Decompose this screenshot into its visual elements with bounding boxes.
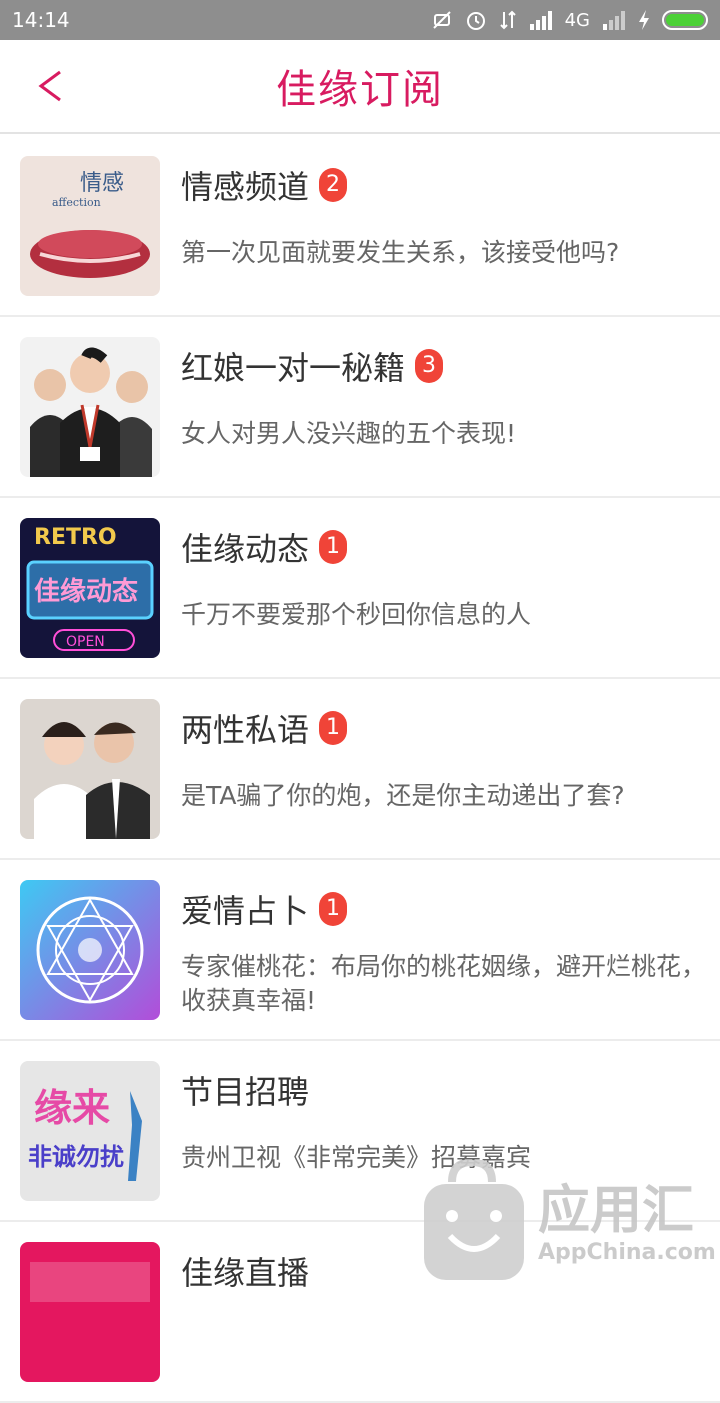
mute-icon [432, 11, 451, 29]
svg-text:佳缘动态: 佳缘动态 [34, 576, 138, 607]
status-bar: 14:14 4G [0, 0, 720, 40]
thumbnail-divination [20, 880, 160, 1020]
unread-badge: 1 [319, 530, 348, 564]
list-item-matchmaker-tips[interactable]: 红娘一对一秘籍 3 女人对男人没兴趣的五个表现! [0, 317, 720, 498]
unread-badge: 2 [319, 168, 348, 202]
list-item-love-divination[interactable]: 爱情占卜 1 专家催桃花：布局你的桃花姻缘，避开烂桃花，收获真幸福! [0, 860, 720, 1041]
thumbnail-matchmaker [20, 337, 160, 477]
svg-text:情感: 情感 [80, 171, 124, 196]
charging-icon [639, 10, 649, 30]
chevron-left-icon [38, 70, 61, 102]
title-bar: 佳缘订阅 [0, 40, 720, 134]
list-item-title: 节目招聘 [181, 1073, 310, 1111]
svg-text:OPEN: OPEN [66, 634, 105, 650]
data-arrows-icon [499, 10, 516, 30]
list-item-subtitle: 第一次见面就要发生关系，该接受他吗? [181, 238, 620, 267]
svg-text:缘来: 缘来 [34, 1086, 110, 1130]
status-time: 14:14 [12, 8, 70, 32]
list-item-jiayuan-news[interactable]: RETRO 佳缘动态 OPEN 佳缘动态 1 千万不要爱那个秒回你信息的人 [0, 498, 720, 679]
appchina-watermark: 应用汇 AppChina.com [420, 1160, 720, 1280]
unread-badge: 1 [319, 711, 348, 745]
list-item-title: 红娘一对一秘籍 3 [181, 343, 444, 389]
list-item-title: 两性私语 1 [181, 705, 348, 751]
svg-text:非诚勿扰: 非诚勿扰 [28, 1143, 124, 1171]
thumbnail-private-talk [20, 699, 160, 839]
status-icons: 4G [431, 9, 708, 31]
thumbnail-jiayuan-news: RETRO 佳缘动态 OPEN [20, 518, 160, 658]
back-button[interactable] [24, 60, 76, 112]
unread-badge: 1 [319, 892, 348, 926]
unread-badge: 3 [415, 349, 444, 383]
watermark-subtitle: AppChina.com [538, 1240, 716, 1265]
list-item-title: 佳缘直播 [181, 1254, 310, 1292]
svg-text:affection: affection [52, 196, 101, 209]
watermark-title: 应用汇 [538, 1181, 695, 1241]
list-item-title: 情感频道 2 [181, 162, 348, 208]
list-item-subtitle: 千万不要爱那个秒回你信息的人 [181, 600, 532, 629]
battery-icon [662, 10, 708, 30]
list-item-title: 爱情占卜 1 [181, 886, 348, 932]
list-item-subtitle: 专家催桃花：布局你的桃花姻缘，避开烂桃花，收获真幸福! [181, 952, 707, 1015]
list-item-title: 佳缘动态 1 [181, 524, 348, 570]
svg-text:RETRO: RETRO [34, 525, 117, 550]
list-item-private-talk[interactable]: 两性私语 1 是TA骗了你的炮，还是你主动递出了套? [0, 679, 720, 860]
alarm-icon [466, 12, 485, 30]
page-title: 佳缘订阅 [276, 67, 444, 113]
signal-weak-icon [603, 11, 625, 30]
list-item-emotion-channel[interactable]: 情感 affection 情感频道 2 第一次见面就要发生关系，该接受他吗? [0, 136, 720, 317]
thumbnail-recruitment: 缘来 非诚勿扰 [20, 1061, 160, 1201]
list-item-subtitle: 女人对男人没兴趣的五个表现! [181, 419, 517, 448]
thumbnail-emotion: 情感 affection [20, 156, 160, 296]
bag-smile-icon [424, 1160, 524, 1280]
network-type: 4G [564, 9, 590, 31]
list-item-subtitle: 是TA骗了你的炮，还是你主动递出了套? [181, 781, 625, 810]
thumbnail-live [20, 1242, 160, 1382]
signal-icon [529, 11, 552, 30]
